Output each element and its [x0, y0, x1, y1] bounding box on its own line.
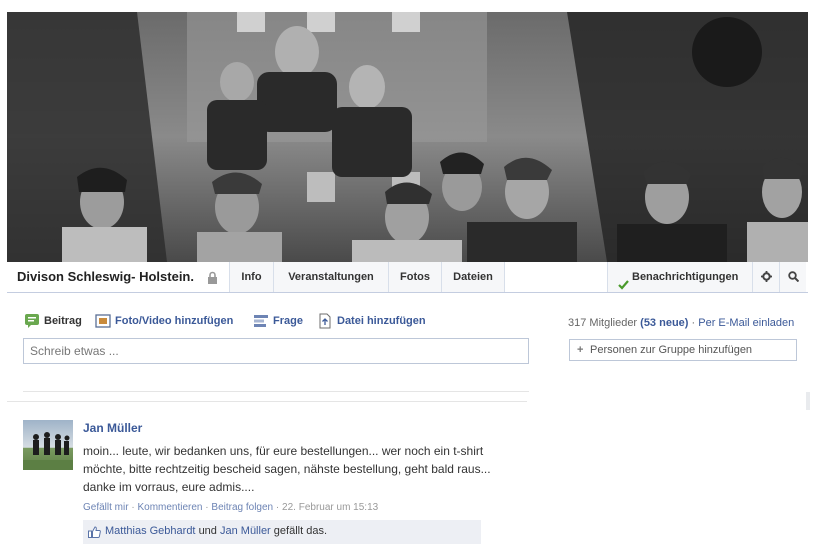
- likes-bar: Matthias Gebhardt und Jan Müller gefällt…: [83, 520, 481, 544]
- post-actions: Gefällt mir · Kommentieren · Beitrag fol…: [83, 502, 378, 513]
- like-link[interactable]: Gefällt mir: [83, 502, 129, 513]
- tab-info[interactable]: Info: [229, 262, 273, 292]
- composer-tab-post[interactable]: Beitrag: [24, 311, 82, 331]
- composer-tab-photo-label: Foto/Video hinzufügen: [115, 315, 234, 327]
- feed-divider: [7, 401, 527, 402]
- facebook-group-page: Divison Schleswig- Holstein. Info Verans…: [0, 0, 815, 544]
- separator-dot: ·: [275, 502, 280, 513]
- separator-dot: ·: [691, 317, 696, 329]
- photo-icon: [95, 313, 111, 329]
- tab-events[interactable]: Veranstaltungen: [273, 262, 388, 292]
- scrollbar[interactable]: [806, 392, 810, 410]
- lock-icon: [207, 271, 218, 284]
- composer-footer: [23, 364, 529, 392]
- separator-dot: ·: [205, 502, 209, 513]
- search-button[interactable]: [779, 262, 806, 292]
- separator-dot: ·: [131, 502, 135, 513]
- post-text: moin... leute, wir bedanken uns, für eur…: [83, 444, 491, 494]
- post-icon: [24, 313, 40, 329]
- add-people-label: Personen zur Gruppe hinzufügen: [590, 344, 753, 356]
- file-upload-icon: [317, 313, 333, 329]
- composer-tab-file[interactable]: Datei hinzufügen: [317, 311, 426, 331]
- thumbs-up-icon: [88, 526, 101, 538]
- settings-button[interactable]: [752, 262, 779, 292]
- post-author[interactable]: Jan Müller: [83, 421, 142, 435]
- composer-input[interactable]: Schreib etwas ...: [23, 338, 529, 364]
- new-members-link[interactable]: (53 neue): [640, 317, 688, 329]
- cover-photo-image: [7, 12, 808, 262]
- liker-link[interactable]: Jan Müller: [220, 525, 271, 537]
- composer-tab-post-label: Beitrag: [44, 315, 82, 327]
- cover-photo[interactable]: [7, 12, 808, 262]
- group-navbar: Divison Schleswig- Holstein. Info Verans…: [7, 262, 808, 293]
- notifications-label: Benachrichtigungen: [632, 271, 739, 283]
- email-invite-link[interactable]: Per E-Mail einladen: [698, 317, 794, 329]
- check-icon: [618, 272, 629, 290]
- likes-suffix: gefällt das.: [273, 525, 327, 537]
- composer-tab-file-label: Datei hinzufügen: [337, 315, 426, 327]
- question-icon: [253, 313, 269, 329]
- avatar[interactable]: [23, 420, 73, 470]
- likes-and: und: [198, 525, 217, 537]
- add-people-input[interactable]: + Personen zur Gruppe hinzufügen: [569, 339, 797, 361]
- post-timestamp[interactable]: 22. Februar um 15:13: [282, 502, 378, 513]
- liker-link[interactable]: Matthias Gebhardt: [105, 525, 196, 537]
- composer-tab-question[interactable]: Frage: [253, 311, 303, 331]
- tab-photos[interactable]: Fotos: [388, 262, 441, 292]
- member-info: 317 Mitglieder (53 neue) · Per E-Mail ei…: [568, 317, 794, 329]
- plus-icon: +: [577, 344, 584, 356]
- composer-tab-photo[interactable]: Foto/Video hinzufügen: [95, 311, 233, 331]
- comment-link[interactable]: Kommentieren: [137, 502, 202, 513]
- follow-post-link[interactable]: Beitrag folgen: [211, 502, 273, 513]
- tab-files[interactable]: Dateien: [441, 262, 505, 292]
- member-count: 317 Mitglieder: [568, 317, 638, 329]
- group-name[interactable]: Divison Schleswig- Holstein.: [17, 262, 194, 292]
- notifications-button[interactable]: Benachrichtigungen: [607, 262, 755, 292]
- composer-tab-question-label: Frage: [273, 315, 303, 327]
